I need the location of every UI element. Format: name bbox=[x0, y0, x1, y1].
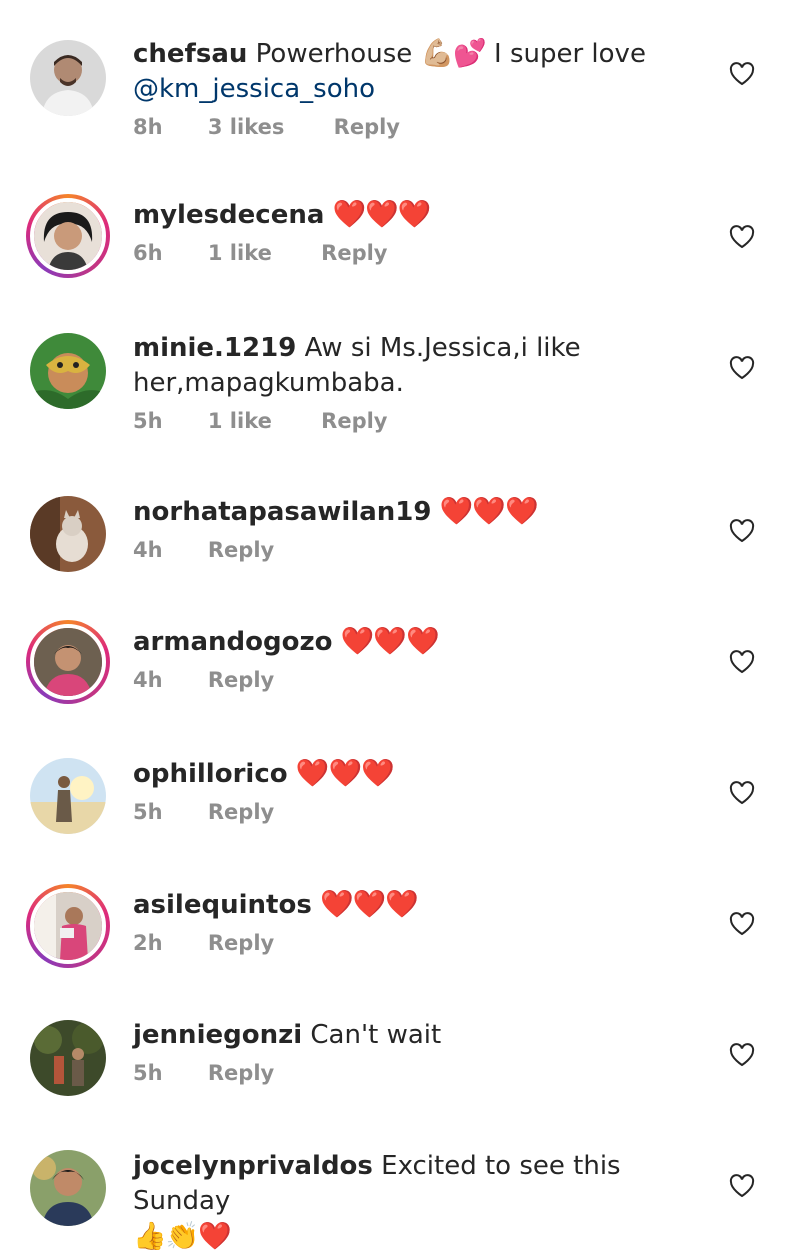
avatar[interactable] bbox=[26, 194, 110, 278]
reply-button[interactable]: Reply bbox=[208, 666, 274, 694]
heart-outline-icon[interactable] bbox=[729, 650, 755, 674]
comment-username[interactable]: armandogozo bbox=[133, 627, 332, 657]
mention-link[interactable]: @km_jessica_soho bbox=[133, 74, 375, 104]
heart-outline-icon[interactable] bbox=[729, 912, 755, 936]
avatar[interactable] bbox=[30, 1150, 106, 1226]
comment-timestamp: 5h bbox=[133, 409, 163, 433]
avatar[interactable] bbox=[30, 496, 106, 572]
comment-likes-count[interactable]: 1 like bbox=[208, 239, 272, 267]
comment-text-continued: I super love bbox=[494, 39, 646, 69]
heart-outline-icon[interactable] bbox=[729, 356, 755, 380]
reply-button[interactable]: Reply bbox=[208, 536, 274, 564]
avatar[interactable] bbox=[30, 758, 106, 834]
heart-outline-icon[interactable] bbox=[729, 225, 755, 249]
comment-list: chefsau Powerhouse 💪🏼💕 I super love @km_… bbox=[0, 0, 800, 1252]
comment-text: Powerhouse bbox=[255, 39, 413, 69]
comment-username[interactable]: minie.1219 bbox=[133, 333, 296, 363]
heart-outline-icon[interactable] bbox=[729, 519, 755, 543]
comment-emoji: ❤️❤️❤️ bbox=[320, 889, 419, 920]
comment-emoji: ❤️❤️❤️ bbox=[439, 496, 539, 527]
comment-username[interactable]: ophillorico bbox=[133, 759, 288, 789]
comment-timestamp: 4h bbox=[133, 668, 163, 692]
comment-username[interactable]: asilequintos bbox=[133, 890, 312, 920]
reply-button[interactable]: Reply bbox=[208, 929, 274, 957]
comment-emoji: ❤️❤️❤️ bbox=[295, 758, 395, 789]
heart-outline-icon[interactable] bbox=[729, 1174, 755, 1198]
comment-timestamp: 8h bbox=[133, 115, 163, 139]
reply-button[interactable]: Reply bbox=[321, 407, 387, 435]
reply-button[interactable]: Reply bbox=[334, 113, 400, 141]
comment-likes-count[interactable]: 3 likes bbox=[208, 113, 284, 141]
comment-username[interactable]: norhatapasawilan19 bbox=[133, 497, 431, 527]
reply-button[interactable]: Reply bbox=[208, 1059, 274, 1087]
comment-username[interactable]: chefsau bbox=[133, 39, 247, 69]
avatar[interactable] bbox=[26, 884, 110, 968]
comment-emoji: ❤️❤️❤️ bbox=[340, 626, 440, 657]
comment-timestamp: 6h bbox=[133, 241, 163, 265]
comment-emoji: 💪🏼💕 bbox=[420, 38, 487, 69]
comment-timestamp: 2h bbox=[133, 931, 163, 955]
comment-text: Can't wait bbox=[310, 1020, 442, 1050]
avatar[interactable] bbox=[30, 1020, 106, 1096]
comment-emoji: 👍👏❤️ bbox=[133, 1221, 232, 1252]
comment-text-continued: her,mapagkumbaba. bbox=[133, 368, 404, 398]
comment-username[interactable]: mylesdecena bbox=[133, 200, 324, 230]
heart-outline-icon[interactable] bbox=[729, 62, 755, 86]
comment-username[interactable]: jenniegonzi bbox=[133, 1020, 302, 1050]
comment-text: Aw si Ms.Jessica,i like bbox=[304, 333, 581, 363]
comment-timestamp: 4h bbox=[133, 538, 163, 562]
avatar[interactable] bbox=[26, 620, 110, 704]
avatar[interactable] bbox=[30, 40, 106, 116]
reply-button[interactable]: Reply bbox=[321, 239, 387, 267]
reply-button[interactable]: Reply bbox=[208, 798, 274, 826]
heart-outline-icon[interactable] bbox=[729, 1043, 755, 1067]
comment-likes-count[interactable]: 1 like bbox=[208, 407, 272, 435]
comment-emoji: ❤️❤️❤️ bbox=[332, 199, 432, 230]
heart-outline-icon[interactable] bbox=[729, 781, 755, 805]
comment-timestamp: 5h bbox=[133, 1061, 163, 1085]
comment-username[interactable]: jocelynprivaldos bbox=[133, 1151, 373, 1181]
comment-timestamp: 5h bbox=[133, 800, 163, 824]
avatar[interactable] bbox=[30, 333, 106, 409]
